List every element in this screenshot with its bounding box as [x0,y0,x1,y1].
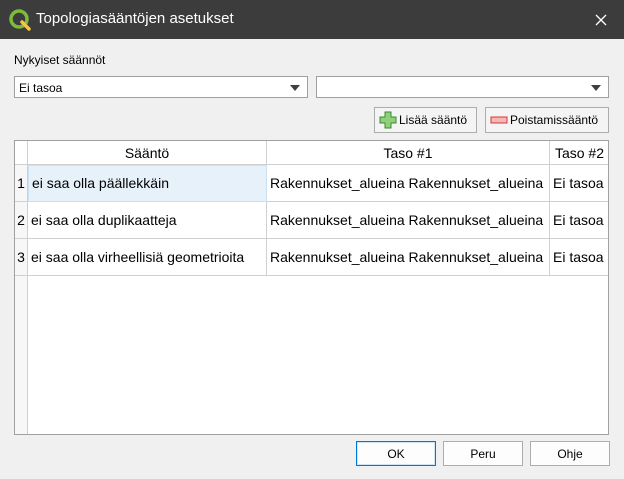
table-cell-rule[interactable]: ei saa olla virheellisiä geometrioita [28,239,267,276]
delete-rule-label: Poistamissääntö [510,113,599,127]
row-number[interactable]: 1 [15,165,28,202]
corner-header [15,141,28,165]
second-filter-combo[interactable] [316,76,609,98]
column-header-layer2[interactable]: Taso #2 [550,141,608,165]
qgis-logo-icon [9,9,31,31]
chevron-down-icon [591,85,601,91]
rules-table: Sääntö Taso #1 Taso #2 1 ei saa olla pää… [14,140,609,435]
layer-filter-combo[interactable]: Ei tasoa [14,76,308,98]
table-cell-rule[interactable]: ei saa olla duplikaatteja [28,202,267,239]
row-number[interactable]: 2 [15,202,28,239]
table-cell-rule[interactable]: ei saa olla päällekkäin [28,165,267,202]
window-title: Topologiasääntöjen asetukset [36,10,234,27]
column-header-rule[interactable]: Sääntö [28,141,267,165]
cancel-button[interactable]: Peru [443,441,523,466]
delete-rule-button[interactable]: Poistamissääntö [485,107,609,133]
table-cell-layer2[interactable]: Ei tasoa [550,239,608,276]
close-icon [595,14,607,25]
table-cell-layer2[interactable]: Ei tasoa [550,165,608,202]
add-rule-label: Lisää sääntö [399,113,468,127]
add-rule-button[interactable]: Lisää sääntö [374,107,477,133]
close-button[interactable] [578,0,624,39]
title-bar: Topologiasääntöjen asetukset [0,0,624,39]
help-button[interactable]: Ohje [530,441,610,466]
table-cell-layer1[interactable]: Rakennukset_alueina Rakennukset_alueina [267,202,550,239]
remove-icon [490,116,508,124]
table-cell-layer2[interactable]: Ei tasoa [550,202,608,239]
table-cell-layer1[interactable]: Rakennukset_alueina Rakennukset_alueina [267,165,550,202]
ok-button[interactable]: OK [356,441,436,466]
row-number[interactable]: 3 [15,239,28,276]
column-header-layer1[interactable]: Taso #1 [267,141,550,165]
chevron-down-icon [290,85,300,91]
row-header-column [15,276,28,434]
table-cell-layer1[interactable]: Rakennukset_alueina Rakennukset_alueina [267,239,550,276]
layer-filter-value: Ei tasoa [19,81,63,95]
current-rules-label: Nykyiset säännöt [14,53,106,67]
add-icon [379,111,397,129]
